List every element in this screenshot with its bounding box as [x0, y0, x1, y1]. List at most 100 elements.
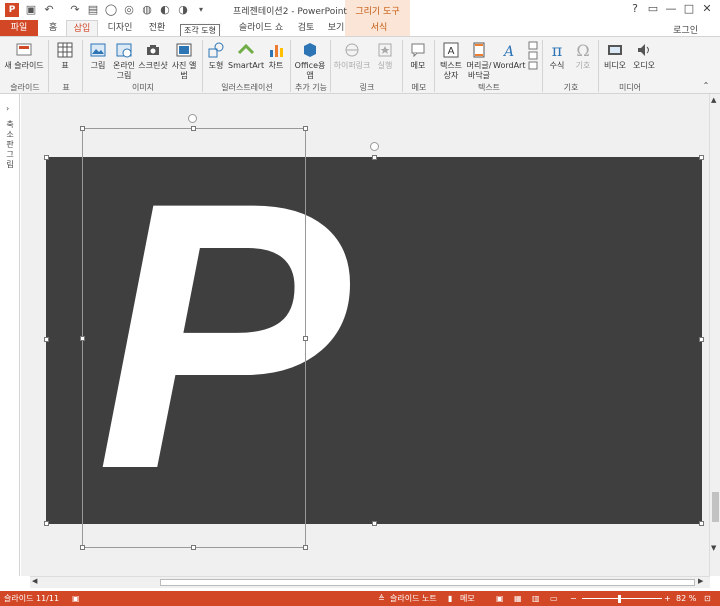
collapse-ribbon-button[interactable]: ⌃ [700, 81, 712, 91]
hyperlink-button[interactable]: 하이퍼링크 [333, 41, 371, 71]
new-slide-button[interactable]: 새 슬라이드 [3, 41, 45, 71]
resize-handle[interactable] [191, 545, 196, 550]
tab-slideshow[interactable]: 슬라이드 쇼 [232, 20, 290, 36]
resize-handle[interactable] [191, 126, 196, 131]
merge-shapes-icon[interactable]: ◎ [122, 3, 136, 17]
tab-view[interactable]: 보기 [322, 20, 350, 36]
comments-icon[interactable]: ▮ [448, 591, 452, 606]
zoom-slider[interactable] [582, 598, 662, 599]
minimize-icon[interactable]: — [664, 2, 678, 16]
picture-button[interactable]: 그림 [86, 41, 110, 71]
resize-handle[interactable] [372, 155, 377, 160]
shapes-button[interactable]: 도형 [205, 41, 227, 71]
thumbnail-pane[interactable]: › 축소판 그림 [0, 94, 20, 576]
wordart-label: WordArt [493, 61, 526, 70]
tab-transitions[interactable]: 전환 [140, 20, 174, 36]
reading-view-icon[interactable]: ▥ [532, 591, 540, 606]
resize-handle[interactable] [699, 155, 704, 160]
comments-button[interactable]: 메모 [460, 591, 475, 606]
zoom-slider-thumb[interactable] [618, 595, 621, 603]
resize-handle[interactable] [303, 336, 308, 341]
rotation-handle-icon[interactable] [188, 114, 197, 123]
resize-handle[interactable] [303, 545, 308, 550]
resize-handle[interactable] [80, 545, 85, 550]
resize-handle[interactable] [44, 337, 49, 342]
equation-button[interactable]: π 수식 [545, 41, 569, 71]
selected-shape-frame[interactable] [82, 128, 306, 548]
comment-button[interactable]: 메모 [405, 41, 431, 71]
resize-handle[interactable] [80, 126, 85, 131]
resize-handle[interactable] [699, 337, 704, 342]
tab-home[interactable]: 홈 [40, 20, 66, 36]
tab-review[interactable]: 검토 [292, 20, 320, 36]
resize-handle[interactable] [44, 155, 49, 160]
fit-slide-icon[interactable]: ⊡ [704, 591, 711, 606]
online-picture-label: 온라인 그림 [112, 61, 136, 80]
resize-handle[interactable] [303, 126, 308, 131]
group-label-addins: 추가 기능 [295, 83, 327, 92]
shape-icon[interactable]: ◯ [104, 3, 118, 17]
notes-icon[interactable]: ≜ [378, 591, 385, 606]
undo-icon[interactable]: ↶ [42, 3, 56, 17]
wordart-button[interactable]: A WordArt [493, 41, 525, 71]
union-icon[interactable]: ◍ [140, 3, 154, 17]
scroll-left-icon[interactable]: ◀ [32, 577, 37, 585]
horizontal-scroll-thumb[interactable] [160, 579, 695, 586]
vertical-scrollbar[interactable]: ▲ ▼ [709, 94, 720, 576]
group-label-text: 텍스트 [477, 83, 501, 92]
signin-link[interactable]: 로그인 [673, 23, 698, 36]
slideshow-icon[interactable]: ▭ [550, 591, 558, 606]
horizontal-scrollbar[interactable]: ◀ ▶ [30, 576, 710, 588]
header-footer-button[interactable]: 머리글/바닥글 [465, 41, 493, 81]
notes-button[interactable]: 슬라이드 노트 [390, 591, 437, 606]
audio-label: 오디오 [632, 61, 656, 70]
smartart-button[interactable]: SmartArt [228, 41, 264, 71]
textbox-button[interactable]: A 텍스트 상자 [437, 41, 465, 81]
tab-design[interactable]: 디자인 [100, 20, 140, 36]
action-button[interactable]: 실행 [372, 41, 398, 71]
symbol-button[interactable]: Ω 기호 [571, 41, 595, 71]
fragment-icon[interactable]: ◑ [176, 3, 190, 17]
maximize-icon[interactable]: □ [682, 2, 696, 16]
scroll-up-icon[interactable]: ▲ [711, 96, 716, 104]
group-label-table: 표 [62, 83, 70, 92]
close-icon[interactable]: ✕ [700, 2, 714, 16]
audio-button[interactable]: 오디오 [630, 41, 658, 71]
zoom-in-icon[interactable]: + [664, 591, 671, 606]
normal-view-icon[interactable]: ▣ [496, 591, 504, 606]
chart-button[interactable]: 차트 [265, 41, 287, 71]
tab-file[interactable]: 파일 [0, 20, 38, 36]
office-apps-button[interactable]: Office용 앱 [293, 41, 327, 81]
resize-handle[interactable] [372, 521, 377, 526]
smartart-label: SmartArt [228, 61, 265, 70]
video-button[interactable]: 비디오 [601, 41, 629, 71]
slide-sorter-icon[interactable]: ▦ [514, 591, 522, 606]
table-button[interactable]: 표 [52, 41, 78, 71]
photo-album-button[interactable]: 사진 앨범 [170, 41, 198, 81]
start-from-beginning-icon[interactable]: ▤ [86, 3, 100, 17]
customize-qat-icon[interactable]: ▾ [194, 3, 208, 17]
scroll-down-icon[interactable]: ▼ [711, 544, 716, 552]
tab-format[interactable]: 서식 [362, 20, 396, 36]
scroll-right-icon[interactable]: ▶ [698, 577, 703, 585]
redo-icon[interactable]: ↷ [68, 3, 82, 17]
screenshot-button[interactable]: 스크린샷 [138, 41, 168, 71]
online-picture-button[interactable]: 온라인 그림 [110, 41, 138, 81]
save-icon[interactable]: ▣ [24, 3, 38, 17]
divider [434, 40, 435, 92]
zoom-level[interactable]: 82 % [676, 591, 696, 606]
more-text-button[interactable] [527, 41, 539, 73]
chevron-right-icon[interactable]: › [6, 104, 9, 113]
resize-handle[interactable] [699, 521, 704, 526]
screenshot-icon [147, 45, 159, 55]
ribbon-display-icon[interactable]: ▭ [646, 2, 660, 16]
zoom-out-icon[interactable]: − [570, 591, 577, 606]
intersect-icon[interactable]: ◐ [158, 3, 172, 17]
resize-handle[interactable] [80, 336, 85, 341]
resize-handle[interactable] [44, 521, 49, 526]
help-icon[interactable]: ? [628, 2, 642, 16]
tab-insert[interactable]: 삽입 [66, 20, 98, 36]
spellcheck-icon[interactable]: ▣ [72, 591, 80, 606]
vertical-scroll-thumb[interactable] [712, 492, 719, 522]
rotation-handle-icon[interactable] [370, 142, 379, 151]
